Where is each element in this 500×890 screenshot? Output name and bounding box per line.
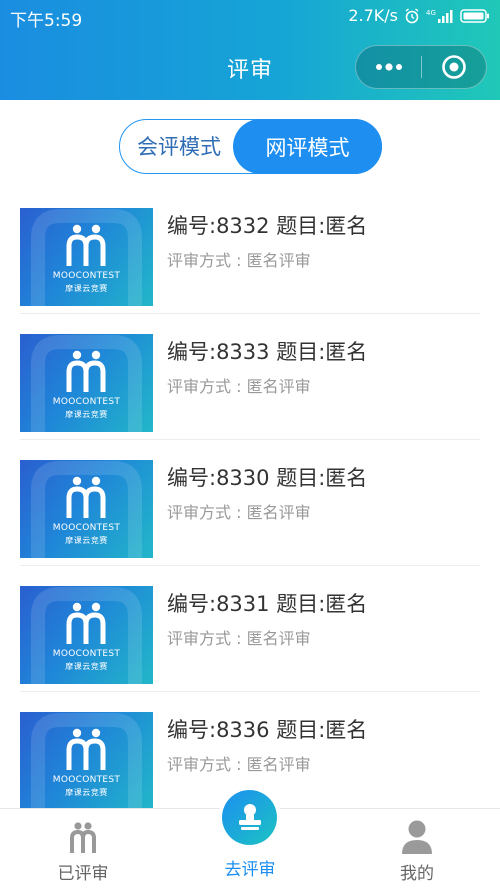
tab-reviewed-label: 已评审 [57,864,109,884]
list-item[interactable]: MOOCONTEST 摩课云竞赛 编号:8333 题目:匿名 评审方式 : 匿名… [0,314,500,440]
status-bar: 下午5:59 2.7K/s 4G [0,0,500,34]
tab-mine-label: 我的 [400,864,434,884]
thumb-brand-cn: 摩课云竞赛 [65,788,108,797]
item-review-method: 评审方式 : 匿名评审 [167,377,311,396]
review-mode-toggle: 会评模式 网评模式 [119,119,382,174]
thumb-brand-en: MOOCONTEST [52,397,121,407]
item-thumbnail: MOOCONTEST 摩课云竞赛 [20,460,153,558]
mode-meeting-button[interactable]: 会评模式 [120,120,238,172]
item-thumbnail: MOOCONTEST 摩课云竞赛 [20,334,153,432]
review-stamp-icon [239,804,261,830]
thumb-brand-en: MOOCONTEST [52,271,121,281]
thumb-brand-cn: 摩课云竞赛 [65,536,108,545]
item-thumbnail: MOOCONTEST 摩课云竞赛 [20,208,153,306]
thumb-brand-en: MOOCONTEST [52,649,121,659]
header-bar: 下午5:59 2.7K/s 4G 评审 [0,0,500,100]
item-title: 编号:8331 题目:匿名 [167,592,368,616]
tab-go-review[interactable]: 去评审 [167,790,333,890]
thumb-brand-cn: 摩课云竞赛 [65,284,108,293]
target-close-icon [442,55,466,79]
net-speed: 2.7K/s [348,6,398,25]
miniprogram-capsule [355,45,487,89]
item-review-method: 评审方式 : 匿名评审 [167,629,311,648]
item-title: 编号:8336 题目:匿名 [167,718,368,742]
item-review-method: 评审方式 : 匿名评审 [167,503,311,522]
review-button-circle [222,790,277,845]
item-thumbnail: MOOCONTEST 摩课云竞赛 [20,712,153,808]
more-button[interactable] [356,46,421,88]
status-indicators: 2.7K/s 4G [348,6,490,25]
close-button[interactable] [422,46,486,88]
bottom-tab-bar: 已评审 去评审 我的 [0,790,500,890]
thumb-brand-en: MOOCONTEST [52,775,121,785]
alarm-icon [405,7,419,23]
network-type: 4G [426,9,436,17]
reviewed-icon [70,822,96,853]
item-title: 编号:8333 题目:匿名 [167,340,368,364]
status-time: 下午5:59 [10,11,83,31]
item-thumbnail: MOOCONTEST 摩课云竞赛 [20,586,153,684]
thumb-brand-cn: 摩课云竞赛 [65,662,108,671]
more-dots-icon [375,63,402,71]
tab-go-review-label: 去评审 [224,860,276,880]
thumb-brand-cn: 摩课云竞赛 [65,410,108,419]
submission-list: MOOCONTEST 摩课云竞赛 编号:8332 题目:匿名 评审方式 : 匿名… [0,188,500,808]
thumb-brand-en: MOOCONTEST [52,523,121,533]
tab-reviewed[interactable]: 已评审 [0,809,166,890]
battery-icon [460,8,489,23]
signal-icon: 4G [426,9,453,23]
item-title: 编号:8332 题目:匿名 [167,214,368,238]
item-review-method: 评审方式 : 匿名评审 [167,251,311,270]
list-item[interactable]: MOOCONTEST 摩课云竞赛 编号:8332 题目:匿名 评审方式 : 匿名… [0,188,500,314]
mode-online-button[interactable]: 网评模式 [233,119,382,174]
tab-mine[interactable]: 我的 [334,809,500,890]
list-item[interactable]: MOOCONTEST 摩课云竞赛 编号:8331 题目:匿名 评审方式 : 匿名… [0,566,500,692]
item-review-method: 评审方式 : 匿名评审 [167,755,311,774]
user-icon [402,820,432,854]
list-item[interactable]: MOOCONTEST 摩课云竞赛 编号:8330 题目:匿名 评审方式 : 匿名… [0,440,500,566]
item-title: 编号:8330 题目:匿名 [167,466,368,490]
